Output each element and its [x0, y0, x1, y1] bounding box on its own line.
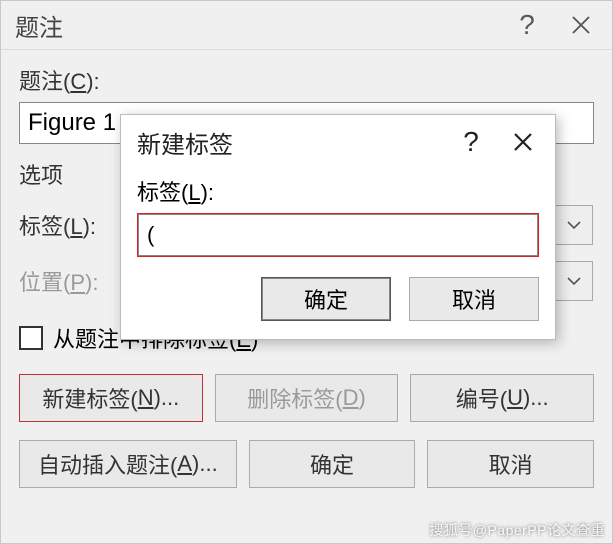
- numbering-button[interactable]: 编号(U)...: [410, 374, 594, 422]
- new-label-buttons: 确定 取消: [137, 277, 539, 321]
- delete-label-button: 删除标签(D): [215, 374, 399, 422]
- new-label-help-button[interactable]: ?: [445, 117, 497, 167]
- auto-caption-button[interactable]: 自动插入题注(A)...: [19, 440, 237, 488]
- label-buttons-row: 新建标签(N)... 删除标签(D) 编号(U)...: [19, 374, 594, 422]
- caption-dialog-title: 题注: [15, 8, 500, 43]
- new-label-input-highlight: [137, 213, 539, 257]
- caption-field-label: 题注(C):: [19, 64, 594, 96]
- close-button[interactable]: [554, 2, 608, 48]
- label-dropdown-button[interactable]: [555, 205, 593, 245]
- exclude-label-checkbox[interactable]: [19, 326, 43, 350]
- new-label-ok-button[interactable]: 确定: [261, 277, 391, 321]
- new-label-cancel-button[interactable]: 取消: [409, 277, 539, 321]
- help-button[interactable]: ?: [500, 2, 554, 48]
- caption-dialog-titlebar: 题注 ?: [1, 1, 612, 49]
- new-label-dialog: 新建标签 ? 标签(L): 确定 取消: [120, 114, 556, 340]
- footer-buttons-row: 自动插入题注(A)... 确定 取消: [19, 440, 594, 488]
- position-row-label: 位置(P):: [19, 265, 127, 297]
- new-label-button[interactable]: 新建标签(N)...: [19, 374, 203, 422]
- label-row-label: 标签(L):: [19, 209, 127, 241]
- new-label-input[interactable]: [138, 214, 538, 256]
- close-icon: [571, 15, 591, 35]
- ok-button[interactable]: 确定: [249, 440, 416, 488]
- close-icon: [513, 132, 533, 152]
- new-label-field-label: 标签(L):: [137, 175, 539, 207]
- new-label-titlebar: 新建标签 ?: [121, 115, 555, 169]
- new-label-close-button[interactable]: [497, 117, 549, 167]
- chevron-down-icon: [567, 276, 581, 286]
- new-label-title: 新建标签: [137, 125, 445, 160]
- cancel-button[interactable]: 取消: [427, 440, 594, 488]
- watermark: 搜狐号@PaperPP论文查重: [429, 520, 605, 540]
- chevron-down-icon: [567, 220, 581, 230]
- position-dropdown-button[interactable]: [555, 261, 593, 301]
- new-label-body: 标签(L): 确定 取消: [121, 169, 555, 339]
